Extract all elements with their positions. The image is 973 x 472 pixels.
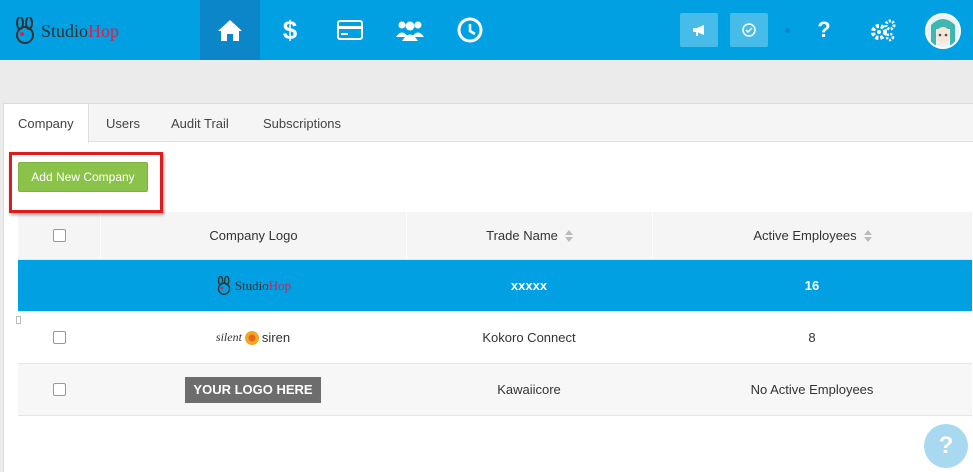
trade-name-cell: Kokoro Connect bbox=[482, 330, 576, 345]
question-icon: ? bbox=[817, 17, 831, 42]
sort-icon bbox=[564, 229, 573, 242]
nav-people[interactable] bbox=[380, 0, 440, 60]
tab-audit-trail[interactable]: Audit Trail bbox=[157, 104, 243, 143]
col-trade-name[interactable]: Trade Name bbox=[406, 212, 652, 259]
tab-users[interactable]: Users bbox=[92, 104, 154, 143]
megaphone-icon bbox=[693, 25, 704, 36]
siren-emblem-icon bbox=[244, 330, 259, 345]
status-dot bbox=[785, 28, 790, 33]
credit-card-icon bbox=[337, 20, 363, 40]
brand-logo[interactable]: StudioHop bbox=[12, 16, 119, 46]
trade-name-cell: xxxxx bbox=[510, 278, 548, 293]
brand-name: StudioHop bbox=[41, 20, 120, 41]
settings-button[interactable] bbox=[864, 13, 902, 47]
question-icon: ? bbox=[938, 432, 954, 459]
highlight-box bbox=[9, 152, 163, 213]
table-row[interactable]: YOUR LOGO HERE Kawaiicore No Active Empl… bbox=[18, 364, 972, 416]
active-employees-cell: 8 bbox=[808, 330, 816, 345]
row-select-cell bbox=[18, 364, 100, 415]
users-icon bbox=[396, 21, 424, 41]
company-logo-cell: StudioHop bbox=[100, 260, 406, 311]
help-chat-bubble[interactable]: ? bbox=[924, 424, 968, 468]
table-row[interactable]: StudioHop xxxxx 16 bbox=[18, 260, 972, 312]
trade-name-cell: Kawaiicore bbox=[497, 382, 561, 397]
announcements-button[interactable] bbox=[680, 13, 718, 47]
col-active-employees[interactable]: Active Employees bbox=[652, 212, 972, 259]
top-navbar: StudioHop $ ? bbox=[0, 0, 973, 60]
row-checkbox[interactable] bbox=[52, 383, 66, 396]
table-row[interactable]: silent siren Kokoro Connect 8 bbox=[18, 312, 972, 364]
bunny-icon bbox=[16, 17, 34, 44]
company-logo-cell: YOUR LOGO HERE bbox=[100, 364, 406, 415]
select-all-checkbox[interactable] bbox=[52, 229, 66, 242]
nav-payments[interactable] bbox=[320, 0, 380, 60]
row-select-cell bbox=[18, 312, 100, 363]
col-trade-name-label: Trade Name bbox=[486, 228, 558, 243]
tab-subscriptions[interactable]: Subscriptions bbox=[249, 104, 355, 143]
gears-icon bbox=[871, 19, 896, 42]
nav-home[interactable] bbox=[200, 0, 260, 60]
silent-siren-logo: silent siren bbox=[215, 330, 291, 345]
select-all-cell bbox=[18, 212, 100, 259]
resize-handle bbox=[16, 316, 21, 324]
dollar-icon: $ bbox=[282, 14, 298, 45]
check-circle-icon bbox=[742, 23, 756, 37]
tab-bar: Company Users Audit Trail Subscriptions bbox=[4, 104, 973, 143]
bunny-icon bbox=[217, 275, 231, 295]
nav-time[interactable] bbox=[440, 0, 500, 60]
row-checkbox[interactable] bbox=[52, 331, 66, 344]
clock-icon bbox=[457, 17, 483, 43]
avatar-image bbox=[927, 15, 959, 47]
user-avatar[interactable] bbox=[925, 13, 961, 49]
help-button[interactable]: ? bbox=[805, 13, 843, 47]
company-logo-cell: silent siren bbox=[100, 312, 406, 363]
company-table: Company Logo Trade Name Active Employees bbox=[18, 212, 972, 416]
tasks-button[interactable] bbox=[730, 13, 768, 47]
active-employees-cell: 16 bbox=[804, 278, 820, 293]
table-header: Company Logo Trade Name Active Employees bbox=[18, 212, 972, 260]
logo-placeholder: YOUR LOGO HERE bbox=[185, 376, 321, 403]
logo-text: StudioHop bbox=[234, 277, 292, 293]
col-active-employees-label: Active Employees bbox=[753, 228, 857, 243]
tab-company[interactable]: Company bbox=[4, 104, 89, 143]
row-select-cell bbox=[18, 260, 100, 311]
active-employees-cell: No Active Employees bbox=[750, 382, 874, 397]
studiohop-logo: StudioHop bbox=[215, 275, 292, 296]
nav-billing[interactable]: $ bbox=[260, 0, 320, 60]
home-icon bbox=[218, 20, 242, 41]
sort-icon bbox=[863, 229, 872, 242]
col-company-logo: Company Logo bbox=[100, 212, 406, 259]
